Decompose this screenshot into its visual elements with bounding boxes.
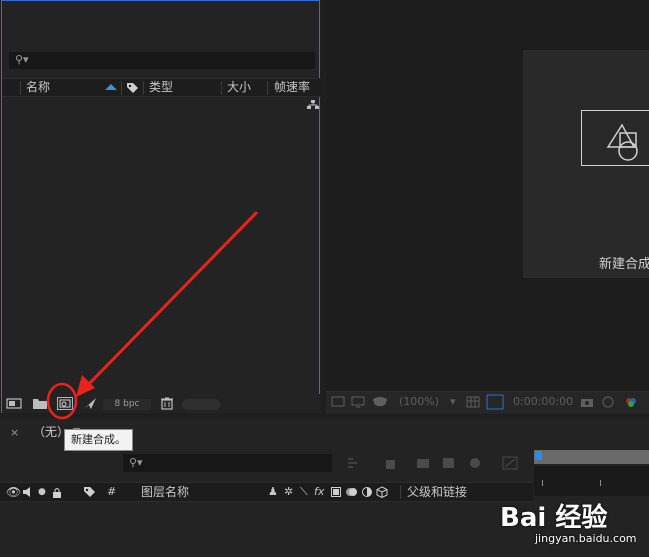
viewer-toolbar: (100%) ▾ 0:00:00:00 xyxy=(326,391,649,414)
audio-icon[interactable] xyxy=(22,487,33,497)
baidu-watermark-logo: Bai 经验 xyxy=(500,503,608,533)
chevron-down-icon[interactable]: ▾ xyxy=(450,395,456,408)
label-tag-icon[interactable] xyxy=(126,82,139,94)
draft-3d-icon[interactable] xyxy=(382,456,398,470)
project-flowchart-icon[interactable] xyxy=(307,100,319,110)
effects-fx-icon[interactable]: fx xyxy=(314,483,324,501)
bit-depth-button[interactable]: 8 bpc xyxy=(103,399,151,410)
always-preview-icon[interactable] xyxy=(331,396,345,408)
shapes-icon xyxy=(606,123,638,161)
sort-ascending-icon[interactable] xyxy=(105,84,117,90)
column-number[interactable]: # xyxy=(107,483,116,501)
search-icon: ⚲▾ xyxy=(129,456,143,469)
grid-icon[interactable] xyxy=(466,396,480,408)
adjustment-layer-icon[interactable] xyxy=(362,487,372,497)
timeline-column-header: 👁 ● # 图层名称 ♟ ✲ ⟍ fx 父级和链接 xyxy=(0,482,533,502)
zoom-dropdown[interactable]: (100%) xyxy=(399,395,439,408)
column-parent-link[interactable]: 父级和链接 xyxy=(407,483,467,501)
quality-icon[interactable]: ⟍ xyxy=(300,483,308,501)
render-queue-icon[interactable] xyxy=(82,397,98,410)
project-column-header: 名称 类型 大小 帧速率 xyxy=(2,78,321,97)
project-panel: ⚲▾ 名称 类型 大小 帧速率 8 bpc xyxy=(1,0,321,413)
composition-icon xyxy=(581,110,649,166)
new-composition-label: 新建合成 xyxy=(599,257,649,272)
trash-icon[interactable] xyxy=(159,397,175,410)
current-time-indicator[interactable] xyxy=(535,451,542,460)
color-channels-icon[interactable] xyxy=(624,396,638,408)
time-ruler[interactable] xyxy=(534,466,649,496)
tooltip: 新建合成。 xyxy=(64,429,133,451)
new-folder-icon[interactable] xyxy=(32,397,48,410)
camera-icon[interactable] xyxy=(580,396,594,408)
shy-switch-icon[interactable]: ♟ xyxy=(268,483,278,501)
mask-icon[interactable] xyxy=(372,396,388,408)
composition-mini-flowchart-icon[interactable] xyxy=(347,456,363,470)
column-name[interactable]: 名称 xyxy=(26,79,50,96)
frame-blend-switch-icon[interactable] xyxy=(331,487,341,497)
column-divider xyxy=(267,81,268,95)
column-type[interactable]: 类型 xyxy=(149,79,173,96)
work-area-bar[interactable] xyxy=(534,450,649,464)
column-divider xyxy=(20,81,21,95)
close-tab-icon[interactable]: × xyxy=(10,426,19,439)
graph-editor-icon[interactable] xyxy=(502,456,518,470)
thumbnail-size-slider[interactable] xyxy=(182,399,220,410)
column-frame-rate[interactable]: 帧速率 xyxy=(274,79,310,96)
interpret-footage-icon[interactable] xyxy=(6,397,22,410)
show-snapshot-icon[interactable] xyxy=(601,396,615,408)
column-size[interactable]: 大小 xyxy=(227,79,251,96)
3d-layer-icon[interactable] xyxy=(376,486,388,498)
lock-icon[interactable] xyxy=(52,487,62,498)
column-layer-name[interactable]: 图层名称 xyxy=(141,483,189,501)
column-divider xyxy=(121,81,122,95)
monitor-icon[interactable] xyxy=(351,396,365,408)
motion-blur-icon[interactable] xyxy=(467,456,483,470)
project-search-input[interactable]: ⚲▾ xyxy=(9,52,315,69)
region-of-interest-icon[interactable] xyxy=(486,394,504,410)
project-footer-toolbar: 8 bpc xyxy=(2,394,321,413)
column-divider xyxy=(400,485,401,499)
search-icon: ⚲▾ xyxy=(15,53,29,66)
label-tag-icon[interactable] xyxy=(83,486,96,498)
timecode-display[interactable]: 0:00:00:00 xyxy=(513,395,573,408)
shy-layers-icon[interactable] xyxy=(415,456,431,470)
timeline-search-input[interactable]: ⚲▾ xyxy=(123,454,332,472)
new-composition-placeholder[interactable]: 新建合成 xyxy=(523,50,649,278)
column-divider xyxy=(143,81,144,95)
solo-icon[interactable]: ● xyxy=(38,483,46,501)
baidu-watermark-url: jingyan.baidu.com xyxy=(535,532,637,545)
composition-viewer: 新建合成 (100%) ▾ 0:00:00:00 xyxy=(326,0,649,414)
visibility-eye-icon[interactable]: 👁 xyxy=(6,483,21,501)
motion-blur-switch-icon[interactable] xyxy=(346,487,358,497)
frame-blending-icon[interactable] xyxy=(441,456,457,470)
new-composition-icon[interactable] xyxy=(57,397,73,410)
collapse-transform-icon[interactable]: ✲ xyxy=(284,483,293,501)
column-divider xyxy=(221,81,222,95)
